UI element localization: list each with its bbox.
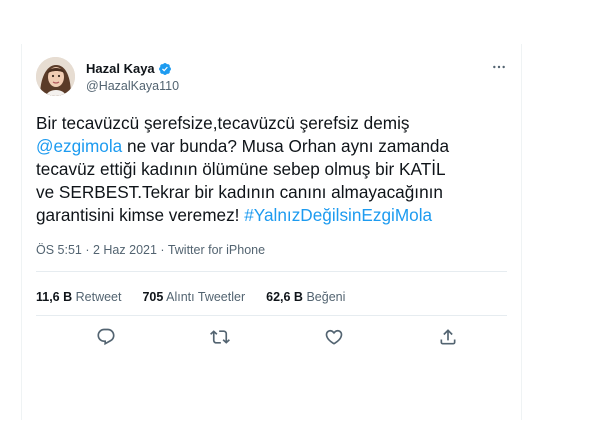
retweet-icon[interactable] [210, 327, 230, 347]
tweet-text-part: Bir tecavüzcü şerefsize,tecavüzcü şerefs… [36, 113, 410, 133]
tweet-card: Hazal Kaya @HazalKaya110 Bir tecavüzcü ş… [21, 44, 522, 420]
reply-icon[interactable] [96, 327, 116, 347]
hashtag-link[interactable]: #YalnızDeğilsinEzgiMola [244, 205, 432, 225]
tweet-text: Bir tecavüzcü şerefsize,tecavüzcü şerefs… [36, 112, 506, 227]
retweets-label: Retweet [75, 290, 122, 304]
likes-label: Beğeni [306, 290, 346, 304]
like-icon[interactable] [324, 327, 344, 347]
divider [36, 271, 507, 272]
verified-badge-icon [158, 62, 171, 75]
quotes-stat[interactable]: 705 Alıntı Tweetler [142, 290, 245, 304]
author-handle[interactable]: @HazalKaya110 [86, 79, 179, 93]
tweet-source[interactable]: Twitter for iPhone [168, 243, 265, 257]
tweet-header: Hazal Kaya @HazalKaya110 [36, 57, 507, 97]
tweet-meta: ÖS 5:51 · 2 Haz 2021 · Twitter for iPhon… [36, 243, 265, 257]
tweet-time[interactable]: ÖS 5:51 [36, 243, 82, 257]
mention-link[interactable]: @ezgimola [36, 136, 122, 156]
retweets-count: 11,6 B [36, 290, 73, 304]
avatar[interactable] [36, 57, 75, 96]
divider [36, 315, 507, 316]
share-icon[interactable] [438, 327, 458, 347]
meta-separator: · [81, 243, 93, 257]
meta-separator: · [156, 243, 168, 257]
page: Hazal Kaya @HazalKaya110 Bir tecavüzcü ş… [0, 0, 600, 424]
tweet-date[interactable]: 2 Haz 2021 [93, 243, 157, 257]
more-options-icon[interactable] [491, 59, 507, 75]
profile-photo-icon [36, 57, 75, 96]
tweet-stats: 11,6 B Retweet 705 Alıntı Tweetler 62,6 … [36, 290, 366, 304]
quotes-label: Alıntı Tweetler [166, 290, 246, 304]
tweet-actions [36, 327, 507, 349]
author-names: Hazal Kaya @HazalKaya110 [86, 60, 179, 93]
quotes-count: 705 [142, 290, 164, 304]
likes-stat[interactable]: 62,6 B Beğeni [266, 290, 345, 304]
retweets-stat[interactable]: 11,6 B Retweet [36, 290, 121, 304]
likes-count: 62,6 B [266, 290, 303, 304]
author-display-name[interactable]: Hazal Kaya [86, 61, 155, 76]
